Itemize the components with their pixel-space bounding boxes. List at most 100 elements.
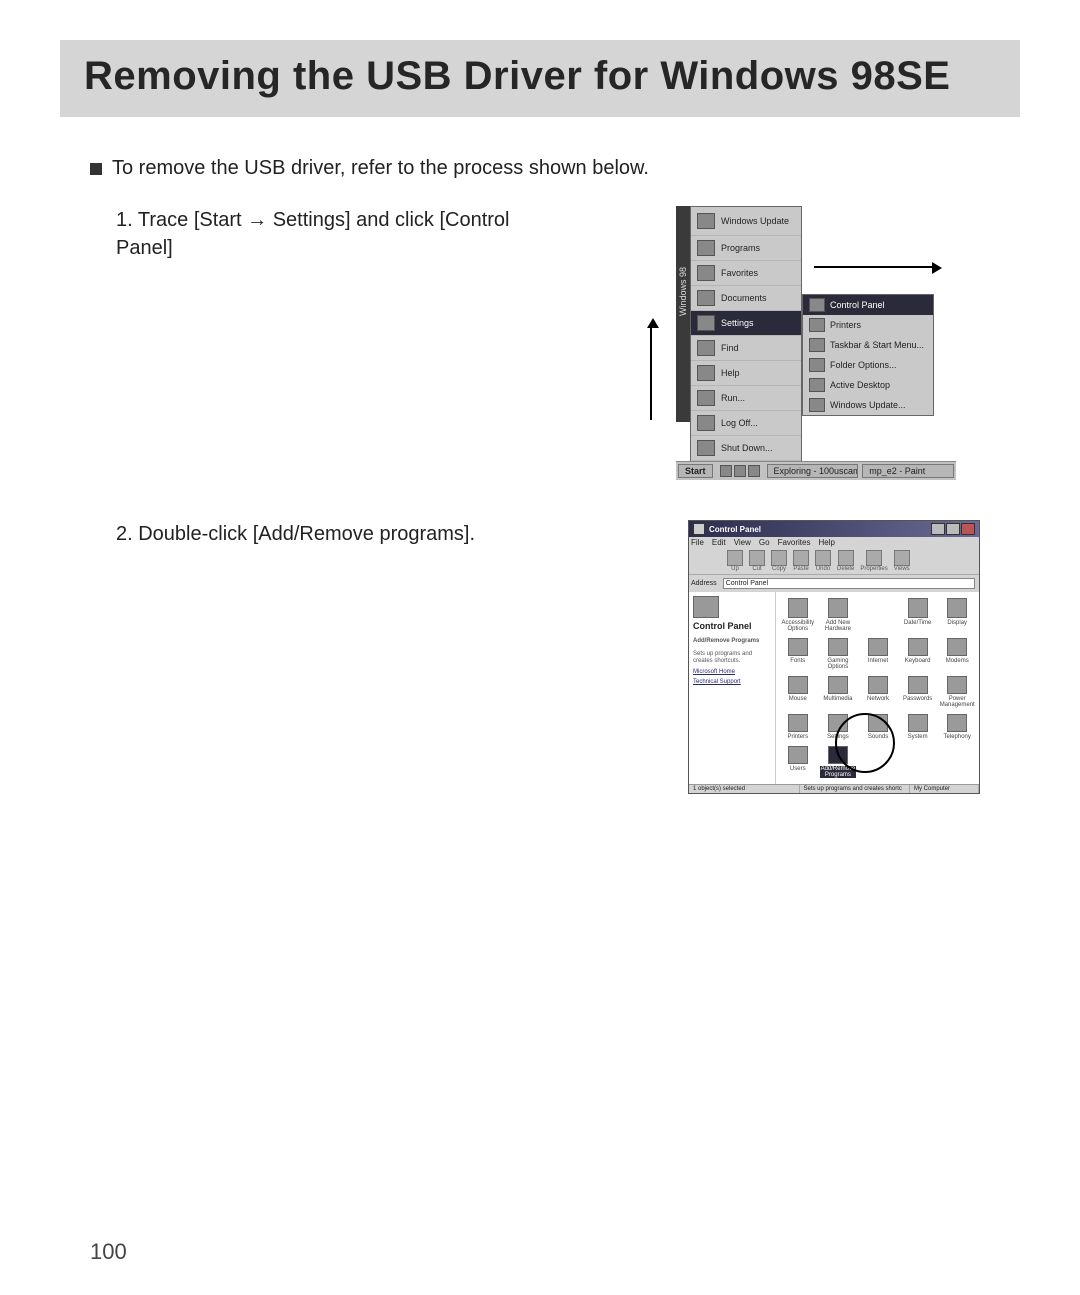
start-menu-item-documents[interactable]: Documents <box>691 286 801 311</box>
cp-icon-internet[interactable]: Internet <box>860 638 896 670</box>
side-link-support[interactable]: Technical Support <box>693 679 771 685</box>
toolbar[interactable]: Up Cut Copy Paste Undo Delete Properties… <box>689 548 979 575</box>
page-number: 100 <box>90 1239 127 1265</box>
cp-icon-display[interactable]: Display <box>939 598 975 632</box>
cp-icon-gaming[interactable]: Gaming Options <box>820 638 857 670</box>
ql-icon[interactable] <box>734 465 746 477</box>
documents-icon <box>697 290 715 306</box>
menu-file[interactable]: File <box>691 538 704 547</box>
status-bar: 1 object(s) selected Sets up programs an… <box>689 784 979 793</box>
start-menu-item-shutdown[interactable]: Shut Down... <box>691 436 801 461</box>
cut-icon <box>749 550 765 566</box>
tb-up[interactable]: Up <box>727 550 743 572</box>
start-menu-item-find[interactable]: Find <box>691 336 801 361</box>
gaming-icon <box>828 638 848 656</box>
side-link-mshome[interactable]: Microsoft Home <box>693 669 771 675</box>
start-menu-brand-label: Windows 98 <box>678 267 688 316</box>
sounds-icon <box>868 714 888 732</box>
start-menu-item-help[interactable]: Help <box>691 361 801 386</box>
tb-cut[interactable]: Cut <box>749 550 765 572</box>
cp-icon-users[interactable]: Users <box>780 746 816 778</box>
cp-icon-mouse[interactable]: Mouse <box>780 676 816 708</box>
start-menu-item-run[interactable]: Run... <box>691 386 801 411</box>
start-menu[interactable]: Windows Update Programs Favorites Docume… <box>690 206 802 462</box>
window-titlebar[interactable]: Control Panel <box>689 521 979 537</box>
tb-delete[interactable]: Delete <box>837 550 854 572</box>
start-menu-item-favorites[interactable]: Favorites <box>691 261 801 286</box>
menu-edit[interactable]: Edit <box>712 538 726 547</box>
side-title: Control Panel <box>693 622 771 632</box>
cp-icon-fonts[interactable]: Fonts <box>780 638 816 670</box>
cp-icon-system[interactable]: System <box>900 714 936 740</box>
printers-icon <box>788 714 808 732</box>
cp-icon-telephony[interactable]: Telephony <box>939 714 975 740</box>
key-icon <box>697 415 715 431</box>
cp-icon-add-remove-programs[interactable]: Add/Remove Programs <box>820 746 857 778</box>
cp-icon-keyboard[interactable]: Keyboard <box>900 638 936 670</box>
step-2-row: 2. Double-click [Add/Remove programs]. C… <box>116 520 1020 794</box>
cp-icon-power[interactable]: Power Management <box>939 676 975 708</box>
settings-submenu[interactable]: Control Panel Printers Taskbar & Start M… <box>802 294 934 416</box>
cp-icon-passwords[interactable]: Passwords <box>900 676 936 708</box>
ql-icon[interactable] <box>720 465 732 477</box>
submenu-item-active-desktop[interactable]: Active Desktop <box>803 375 933 395</box>
maximize-button[interactable] <box>946 523 960 535</box>
power-icon <box>697 440 715 456</box>
submenu-item-taskbar[interactable]: Taskbar & Start Menu... <box>803 335 933 355</box>
figure-control-panel: Control Panel File Edit View Go Favorite… <box>688 520 980 794</box>
cp-icon-modems[interactable]: Modems <box>939 638 975 670</box>
cp-icon-datetime[interactable]: Date/Time <box>900 598 936 632</box>
cp-icon-accessibility[interactable]: Accessibility Options <box>780 598 816 632</box>
menu-view[interactable]: View <box>734 538 751 547</box>
page-title-bar: Removing the USB Driver for Windows 98SE <box>60 40 1020 117</box>
start-menu-item-settings[interactable]: Settings <box>691 311 801 336</box>
submenu-item-folder-options[interactable]: Folder Options... <box>803 355 933 375</box>
page-title: Removing the USB Driver for Windows 98SE <box>84 54 996 99</box>
users-icon <box>788 746 808 764</box>
desktop-icon <box>809 378 825 392</box>
star-icon <box>697 265 715 281</box>
update-icon <box>809 398 825 412</box>
intro-text: To remove the USB driver, refer to the p… <box>112 157 649 180</box>
ql-icon[interactable] <box>748 465 760 477</box>
submenu-item-printers[interactable]: Printers <box>803 315 933 335</box>
start-button[interactable]: Start <box>678 464 713 478</box>
start-menu-item-windows-update[interactable]: Windows Update <box>691 207 801 236</box>
status-cell-1: 1 object(s) selected <box>689 785 800 793</box>
menu-help[interactable]: Help <box>818 538 834 547</box>
close-button[interactable] <box>961 523 975 535</box>
step-2-text: 2. Double-click [Add/Remove programs]. <box>116 520 546 548</box>
tb-properties[interactable]: Properties <box>860 550 887 572</box>
system-icon <box>908 714 928 732</box>
tb-views[interactable]: Views <box>894 550 910 572</box>
cp-icon-sounds[interactable]: Sounds <box>860 714 896 740</box>
run-icon <box>697 390 715 406</box>
menu-favorites[interactable]: Favorites <box>778 538 811 547</box>
menu-bar[interactable]: File Edit View Go Favorites Help <box>689 537 979 548</box>
cp-icon-printers[interactable]: Printers <box>780 714 816 740</box>
cp-icon-multimedia[interactable]: Multimedia <box>820 676 857 708</box>
annotation-arrow-up-icon <box>650 326 652 420</box>
taskbar-task-2[interactable]: mp_e2 - Paint <box>862 464 954 478</box>
printer-icon <box>809 318 825 332</box>
start-menu-item-logoff[interactable]: Log Off... <box>691 411 801 436</box>
bullet-icon <box>90 163 102 175</box>
cp-icon-add-hardware[interactable]: Add New Hardware <box>820 598 857 632</box>
quicklaunch[interactable] <box>715 465 765 477</box>
tb-copy[interactable]: Copy <box>771 550 787 572</box>
menu-go[interactable]: Go <box>759 538 770 547</box>
submenu-item-control-panel[interactable]: Control Panel <box>803 295 933 315</box>
start-menu-item-programs[interactable]: Programs <box>691 236 801 261</box>
tb-paste[interactable]: Paste <box>793 550 809 572</box>
icon-grid[interactable]: Accessibility Options Add New Hardware D… <box>776 592 979 784</box>
delete-icon <box>838 550 854 566</box>
cp-icon-network[interactable]: Network <box>860 676 896 708</box>
submenu-item-windows-update[interactable]: Windows Update... <box>803 395 933 415</box>
taskbar[interactable]: Start Exploring - 100uscam mp_e2 - Paint <box>676 461 956 480</box>
tb-undo[interactable]: Undo <box>815 550 831 572</box>
help-icon <box>697 365 715 381</box>
minimize-button[interactable] <box>931 523 945 535</box>
address-bar[interactable]: Control Panel <box>723 578 975 589</box>
cp-icon-settings[interactable]: Settings <box>820 714 857 740</box>
taskbar-task-1[interactable]: Exploring - 100uscam <box>767 464 859 478</box>
